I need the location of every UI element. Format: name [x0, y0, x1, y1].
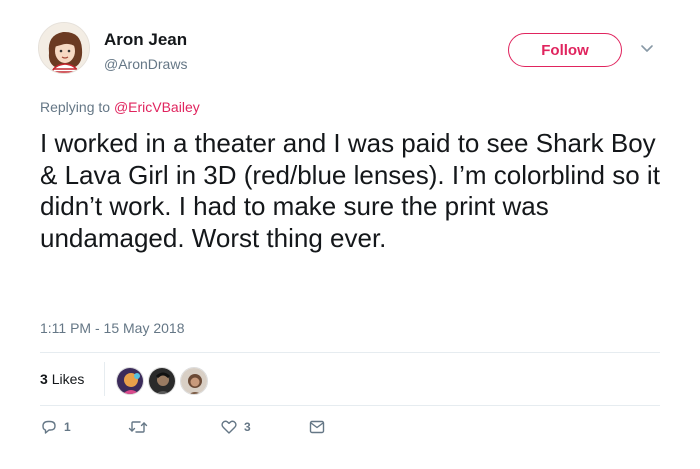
envelope-icon	[309, 420, 325, 434]
follow-button[interactable]: Follow	[508, 33, 622, 67]
liker-avatar[interactable]	[116, 367, 144, 395]
profile-avatar-drawing-icon	[39, 23, 89, 73]
likes-number: 3	[40, 371, 48, 387]
tweet-text: I worked in a theater and I was paid to …	[40, 128, 660, 253]
divider	[40, 352, 660, 353]
replying-to: Replying to @EricVBailey	[40, 99, 200, 115]
likes-label: Likes	[51, 371, 85, 387]
replying-to-label: Replying to	[40, 99, 111, 115]
retweet-icon	[128, 421, 148, 433]
reply-count: 1	[64, 420, 71, 434]
liker-avatar[interactable]	[148, 367, 176, 395]
like-action[interactable]: 3	[220, 418, 251, 436]
user-handle[interactable]: @AronDraws	[104, 56, 187, 72]
user-avatar[interactable]	[38, 22, 90, 74]
heart-icon	[221, 420, 237, 434]
retweet-action[interactable]	[128, 418, 154, 436]
like-count: 3	[244, 420, 251, 434]
message-action[interactable]	[308, 418, 326, 436]
reply-icon	[42, 420, 56, 434]
chevron-down-icon[interactable]	[638, 40, 656, 58]
likes-count[interactable]: 3 Likes	[40, 371, 84, 387]
liker-avatar[interactable]	[180, 367, 208, 395]
tweet-timestamp[interactable]: 1:11 PM - 15 May 2018	[40, 320, 184, 336]
reply-action[interactable]: 1	[40, 418, 71, 436]
display-name[interactable]: Aron Jean	[104, 30, 187, 50]
divider	[40, 405, 660, 406]
likes-separator	[104, 362, 105, 396]
reply-mention-link[interactable]: @EricVBailey	[114, 99, 200, 115]
